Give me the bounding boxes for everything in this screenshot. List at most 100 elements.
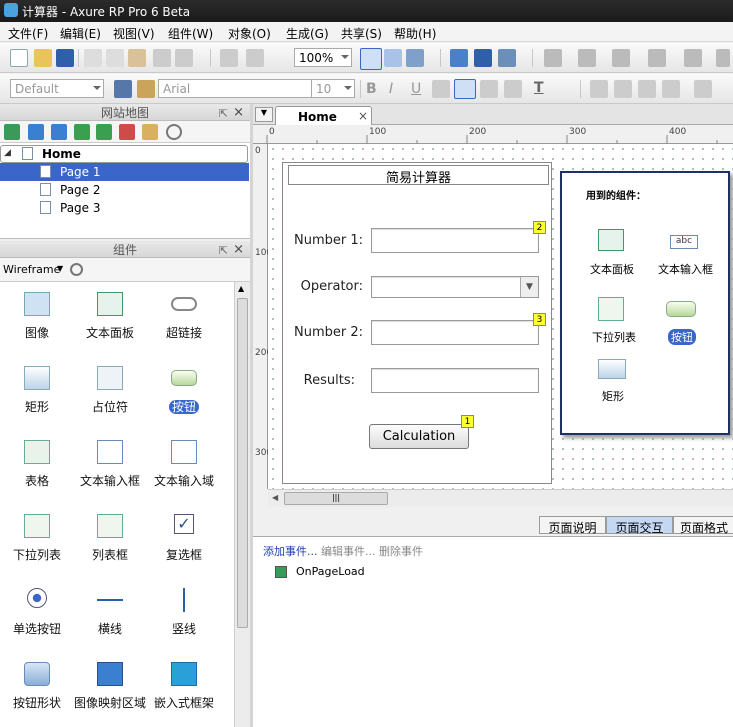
close-icon[interactable]: × — [233, 105, 244, 120]
tab-menu-button[interactable]: ▼ — [255, 107, 273, 122]
library-select[interactable]: Wireframe — [3, 263, 60, 276]
move-up-icon[interactable] — [28, 124, 44, 140]
save-icon[interactable] — [56, 49, 74, 67]
group-icon[interactable] — [590, 80, 608, 98]
widget-image-map[interactable]: 图像映射区域 — [73, 662, 147, 711]
widget-hline[interactable]: 横线 — [73, 588, 147, 637]
bullets-icon[interactable] — [504, 80, 522, 98]
line-color-icon[interactable] — [578, 49, 596, 67]
widget-table[interactable]: 表格 — [0, 440, 74, 489]
font-size-select[interactable]: 10 — [311, 79, 355, 98]
more-icon[interactable] — [716, 49, 730, 67]
edit-event-link[interactable]: 编辑事件... — [321, 543, 376, 559]
tree-item-page-1[interactable]: Page 1 — [0, 163, 249, 181]
close-icon[interactable]: × — [358, 109, 368, 123]
fill-color-icon[interactable] — [544, 49, 562, 67]
tab-page-notes[interactable]: 页面说明 — [539, 516, 606, 535]
widget-text-panel[interactable]: 文本面板 — [73, 292, 147, 341]
tree-item-page-3[interactable]: Page 3 — [0, 199, 249, 217]
open-icon[interactable] — [34, 49, 52, 67]
send-back-icon[interactable] — [662, 80, 680, 98]
number1-input[interactable] — [371, 228, 539, 253]
menu-file[interactable]: 文件(F) — [8, 25, 48, 42]
move-down-icon[interactable] — [51, 124, 67, 140]
menu-view[interactable]: 视图(V) — [113, 25, 155, 42]
scrollbar-horizontal[interactable]: ◀ ||| — [268, 489, 733, 507]
cut-icon[interactable] — [84, 49, 102, 67]
style-editor-icon[interactable] — [114, 80, 132, 98]
pin-icon[interactable]: ⇱ — [219, 244, 228, 257]
ungroup-icon[interactable] — [614, 80, 632, 98]
italic-button[interactable]: I — [389, 81, 393, 97]
widget-text-area[interactable]: 文本输入域 — [147, 440, 221, 489]
align-center-icon[interactable] — [454, 79, 476, 99]
menu-share[interactable]: 共享(S) — [341, 25, 382, 42]
bold-button[interactable]: B — [366, 81, 377, 97]
widget-checkbox[interactable]: ✓ 复选框 — [147, 514, 221, 563]
menu-edit[interactable]: 编辑(E) — [60, 25, 101, 42]
new-icon[interactable] — [10, 49, 28, 67]
publish-icon[interactable] — [498, 49, 516, 67]
tab-home[interactable]: Home × — [275, 106, 372, 126]
widget-text-field[interactable]: 文本输入框 — [73, 440, 147, 489]
outdent-icon[interactable] — [96, 124, 112, 140]
menu-generate[interactable]: 生成(G) — [286, 25, 329, 42]
tree-item-home[interactable]: ◢ Home — [0, 145, 249, 163]
close-icon[interactable]: × — [233, 242, 244, 257]
delete-event-link[interactable]: 删除事件 — [379, 543, 423, 559]
widget-vline[interactable]: 竖线 — [147, 588, 221, 637]
indent-icon[interactable] — [74, 124, 90, 140]
menu-object[interactable]: 对象(O) — [228, 25, 271, 42]
pointer-tool-icon[interactable] — [360, 48, 382, 70]
connector-tool-icon[interactable] — [406, 49, 424, 67]
rename-icon[interactable] — [142, 124, 158, 140]
align-right-icon[interactable] — [480, 80, 498, 98]
widget-button-shape[interactable]: 按钮形状 — [0, 662, 74, 711]
widget-hyperlink[interactable]: 超链接 — [147, 292, 221, 341]
copy-icon[interactable] — [106, 49, 124, 67]
tree-item-page-2[interactable]: Page 2 — [0, 181, 249, 199]
widget-placeholder[interactable]: 占位符 — [73, 366, 147, 415]
operator-select[interactable]: ▼ — [371, 276, 539, 298]
line-style-icon[interactable] — [648, 49, 666, 67]
select-contained-icon[interactable] — [384, 49, 402, 67]
zoom-select[interactable]: 100% — [294, 48, 352, 67]
widget-droplist[interactable]: 下拉列表 — [0, 514, 74, 563]
number2-input[interactable] — [371, 320, 539, 345]
add-page-icon[interactable] — [4, 124, 20, 140]
tab-page-interactions[interactable]: 页面交互 — [606, 516, 673, 535]
pin-icon[interactable]: ⇱ — [219, 107, 228, 120]
undo-icon[interactable] — [153, 49, 171, 67]
menu-widgets[interactable]: 组件(W) — [168, 25, 213, 42]
text-color-button[interactable]: T — [534, 80, 544, 96]
arrow-style-icon[interactable] — [684, 49, 702, 67]
chevron-down-icon[interactable]: ▼ — [520, 277, 538, 297]
align-objects-icon[interactable] — [694, 80, 712, 98]
tab-page-formatting[interactable]: 页面格式 — [673, 516, 733, 535]
widget-image[interactable]: 图像 — [0, 292, 74, 341]
delete-page-icon[interactable] — [119, 124, 135, 140]
paste-icon[interactable] — [128, 49, 146, 67]
calculator-panel[interactable]: 简易计算器 Number 1: 2 Operator: ▼ Number 2: … — [282, 162, 552, 484]
line-width-icon[interactable] — [612, 49, 630, 67]
scrollbar-vertical[interactable]: ▲ — [234, 282, 250, 727]
format-brush-icon[interactable] — [137, 80, 155, 98]
underline-button[interactable]: U — [411, 81, 421, 97]
format-painter-icon[interactable] — [220, 49, 238, 67]
event-onpageload[interactable]: OnPageLoad — [296, 565, 365, 578]
results-input[interactable] — [371, 368, 539, 393]
menu-help[interactable]: 帮助(H) — [394, 25, 436, 42]
bring-front-icon[interactable] — [638, 80, 656, 98]
search-icon[interactable] — [166, 124, 182, 140]
style-select[interactable]: Default — [10, 79, 104, 98]
redo-icon[interactable] — [175, 49, 193, 67]
connector-icon[interactable] — [246, 49, 264, 67]
chevron-down-icon[interactable]: ▼ — [57, 264, 63, 273]
widget-rectangle[interactable]: 矩形 — [0, 366, 74, 415]
calculator-title[interactable]: 简易计算器 — [288, 165, 549, 186]
search-icon[interactable] — [70, 263, 83, 276]
used-widgets-panel[interactable]: 用到的组件： 文本面板 abc 文本输入框 下拉列表 按钮 矩形 — [560, 171, 730, 435]
preview-icon[interactable] — [450, 49, 468, 67]
calculation-button[interactable]: Calculation — [369, 424, 469, 449]
add-event-link[interactable]: 添加事件... — [263, 543, 318, 559]
